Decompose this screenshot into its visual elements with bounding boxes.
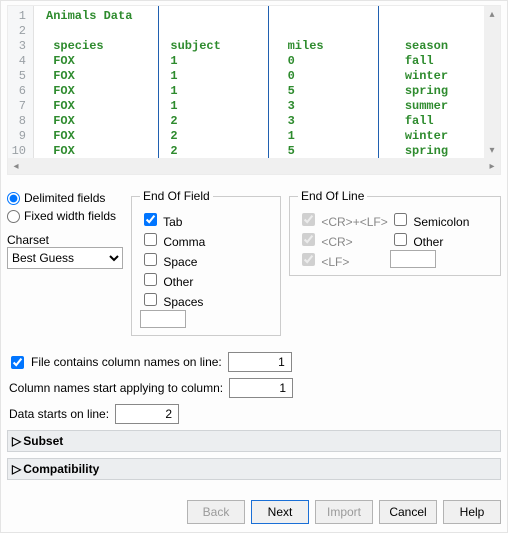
preview-title: Animals Data	[46, 9, 132, 23]
preview-rows: 1Animals Data 2 3 species subject miles …	[8, 6, 508, 159]
scroll-down-icon[interactable]: ▾	[484, 142, 500, 158]
scroll-right-icon[interactable]: ▸	[484, 158, 500, 174]
colnames-line-label: File contains column names on line:	[31, 355, 222, 369]
scroll-left-icon[interactable]: ◂	[8, 158, 24, 174]
file-has-colnames-checkbox[interactable]: File contains column names on line:	[7, 353, 222, 372]
fixed-width-fields-label: Fixed width fields	[24, 209, 116, 223]
delimited-fields-radio[interactable]: Delimited fields	[7, 189, 123, 207]
eof-spaces-checkbox[interactable]: Spaces	[140, 290, 203, 309]
end-of-line-group: End Of Line <CR>+<LF> Semicolon <CR> Oth…	[289, 189, 501, 276]
datastart-label: Data starts on line:	[9, 407, 109, 421]
delimited-fields-label: Delimited fields	[24, 191, 105, 205]
eol-legend: End Of Line	[298, 189, 367, 203]
preview-vertical-scrollbar[interactable]: ▴ ▾	[484, 6, 500, 158]
fixed-width-fields-radio[interactable]: Fixed width fields	[7, 207, 123, 225]
triangle-right-icon: ▷	[12, 434, 21, 448]
compatibility-label: Compatibility	[23, 462, 99, 476]
eof-other-input[interactable]	[140, 310, 186, 328]
applycol-input[interactable]: 1	[229, 378, 293, 398]
eof-legend: End Of Field	[140, 189, 213, 203]
next-button[interactable]: Next	[251, 500, 309, 524]
eof-other-checkbox[interactable]: Other	[140, 270, 193, 289]
eof-space-checkbox[interactable]: Space	[140, 250, 197, 269]
eol-other-checkbox[interactable]: Other	[390, 230, 443, 249]
eof-comma-checkbox[interactable]: Comma	[140, 230, 205, 249]
preview-horizontal-scrollbar[interactable]: ◂ ▸	[8, 158, 500, 174]
datastart-input[interactable]: 2	[115, 404, 179, 424]
charset-label: Charset	[7, 233, 123, 247]
cancel-button[interactable]: Cancel	[379, 500, 437, 524]
eol-other-input[interactable]	[390, 250, 436, 268]
subset-label: Subset	[23, 434, 63, 448]
applycol-label: Column names start applying to column:	[9, 381, 223, 395]
eol-semicolon-checkbox[interactable]: Semicolon	[390, 210, 469, 229]
end-of-field-group: End Of Field Tab Comma Space Other Space…	[131, 189, 281, 336]
scroll-up-icon[interactable]: ▴	[484, 6, 500, 22]
back-button[interactable]: Back	[187, 500, 245, 524]
eol-cr-checkbox[interactable]: <CR>	[298, 230, 353, 249]
charset-select[interactable]: Best Guess	[7, 247, 123, 269]
colnames-line-input[interactable]: 1	[228, 352, 292, 372]
data-preview: 1Animals Data 2 3 species subject miles …	[7, 5, 501, 175]
help-button[interactable]: Help	[443, 500, 501, 524]
eol-crlf-checkbox[interactable]: <CR>+<LF>	[298, 210, 388, 229]
triangle-right-icon: ▷	[12, 462, 21, 476]
eol-lf-checkbox[interactable]: <LF>	[298, 250, 349, 269]
import-button[interactable]: Import	[315, 500, 373, 524]
button-bar: Back Next Import Cancel Help	[7, 494, 501, 524]
eof-tab-checkbox[interactable]: Tab	[140, 210, 182, 229]
subset-section[interactable]: ▷ Subset	[7, 430, 501, 452]
compatibility-section[interactable]: ▷ Compatibility	[7, 458, 501, 480]
